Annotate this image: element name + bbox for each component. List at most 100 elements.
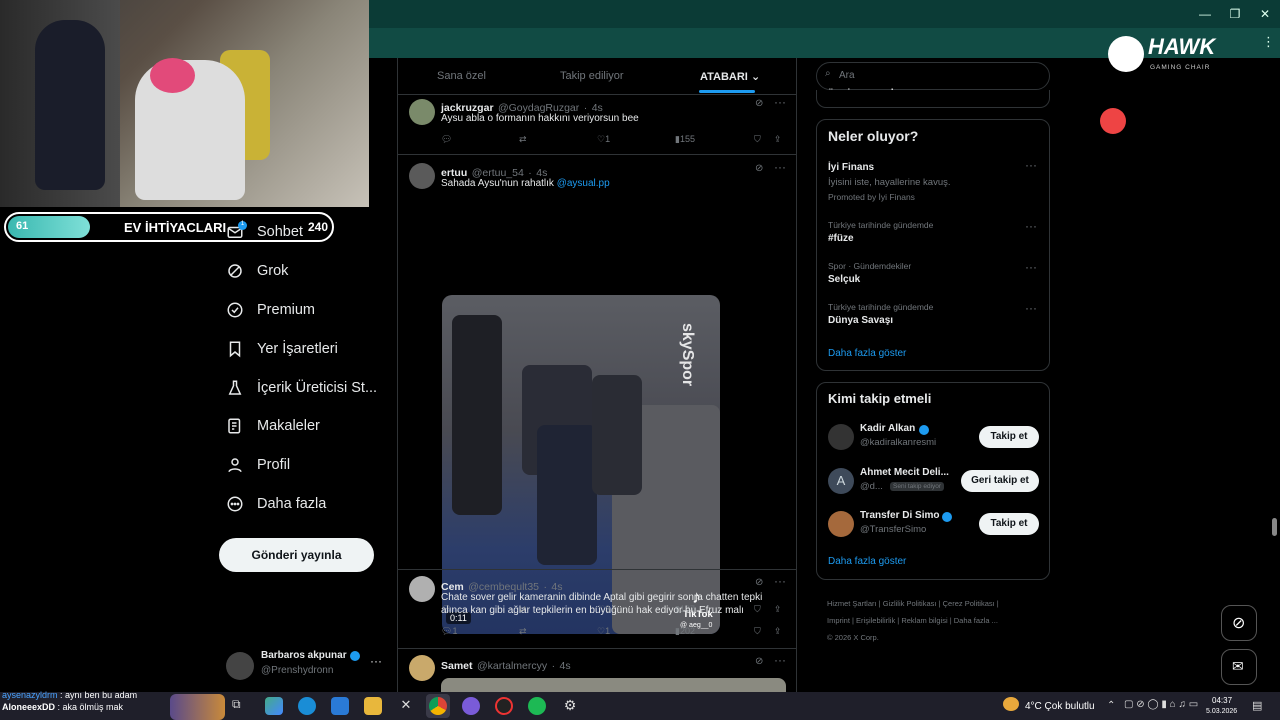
- trend-item[interactable]: İyi Finans İyisini iste, hayallerine kav…: [817, 156, 1049, 206]
- more-icon[interactable]: ···: [774, 653, 786, 667]
- task-view-icon[interactable]: ⧉: [232, 697, 250, 715]
- obs-icon[interactable]: [495, 697, 513, 715]
- close-icon[interactable]: ✕: [1250, 4, 1280, 24]
- tweet[interactable]: Cem @cembeqult35 · 4s ⊘ ··· Chate sover …: [398, 569, 796, 649]
- footer-link[interactable]: Daha fazla ...: [954, 616, 998, 625]
- articles-icon: [228, 418, 241, 434]
- file-explorer-icon[interactable]: [364, 697, 382, 715]
- xbox-icon[interactable]: ✕: [397, 697, 415, 715]
- avatar: [828, 511, 854, 537]
- chrome-icon[interactable]: [429, 697, 447, 715]
- sidebar-item-profile[interactable]: Profil: [226, 452, 290, 478]
- more-icon[interactable]: ···: [1025, 219, 1037, 233]
- spotify-icon[interactable]: [528, 697, 546, 715]
- tweet-author[interactable]: Samet: [441, 660, 473, 672]
- footer-link[interactable]: Reklam bilgisi: [901, 616, 947, 625]
- sidebar-item-articles[interactable]: Makaleler: [226, 413, 320, 439]
- search-input[interactable]: Ara: [816, 62, 1050, 90]
- trends-show-more[interactable]: Daha fazla göster: [828, 348, 906, 359]
- tweet[interactable]: jackruzgar @GoydagRuzgar · 4s ⊘ ··· Aysu…: [398, 94, 796, 154]
- scrollbar-thumb[interactable]: [1272, 518, 1277, 536]
- follow-suggestion[interactable]: Kadir Alkan @kadiralkanresmi Takip et: [817, 421, 1049, 457]
- like-icon[interactable]: ♡ 1: [597, 134, 610, 145]
- footer-link[interactable]: Gizlilik Politikası: [883, 599, 937, 608]
- tray-chevron-icon[interactable]: ⌃: [1107, 700, 1115, 711]
- edge-icon[interactable]: [298, 697, 316, 715]
- more-icon[interactable]: ···: [774, 95, 786, 109]
- reply-icon[interactable]: 💬︎ 1: [441, 626, 457, 637]
- more-icon[interactable]: ···: [1025, 301, 1037, 315]
- follow-back-button[interactable]: Geri takip et: [961, 470, 1039, 492]
- tray-icons[interactable]: ▢ ⊘ ◯ ▮ ⌂ ♫ ▭: [1124, 699, 1198, 710]
- sidebar-item-premium[interactable]: Premium: [226, 297, 315, 323]
- more-icon[interactable]: ···: [774, 160, 786, 174]
- tab-for-you[interactable]: Sana özel: [437, 70, 486, 82]
- retweet-icon[interactable]: ⇄: [519, 134, 527, 145]
- profile-name: Barbaros akpunar: [261, 650, 347, 661]
- notifications-icon[interactable]: ▤: [1252, 699, 1262, 712]
- views-icon[interactable]: ▮ 155: [675, 134, 695, 145]
- retweet-icon[interactable]: ⇄: [519, 626, 527, 637]
- follow-button[interactable]: Takip et: [979, 513, 1039, 535]
- sidebar-item-label: Profil: [257, 457, 291, 473]
- reply-icon[interactable]: 💬︎: [441, 134, 452, 145]
- sidebar-item-bookmarks[interactable]: Yer İşaretleri: [226, 336, 338, 362]
- trends-card: Neler oluyor? İyi Finans İyisini iste, h…: [816, 119, 1050, 371]
- tab-atabari[interactable]: ATABARI ⌄: [700, 70, 760, 83]
- who-show-more[interactable]: Daha fazla göster: [828, 556, 906, 567]
- chat-text: : aynı ben bu adam: [60, 690, 138, 700]
- footer-link[interactable]: Çerez Politikası: [943, 599, 995, 608]
- footer-link[interactable]: Hizmet Şartları: [827, 599, 877, 608]
- tweet-mention[interactable]: @aysual.pp: [557, 178, 610, 189]
- minimize-icon[interactable]: —: [1190, 4, 1220, 24]
- browser-menu-icon[interactable]: ⋮: [1262, 34, 1275, 50]
- restore-icon[interactable]: ❐: [1220, 4, 1250, 24]
- tweet[interactable]: Samet @kartalmercyy · 4s ⊘ ···: [398, 648, 796, 692]
- grok-icon[interactable]: ⊘: [755, 656, 763, 667]
- views-icon[interactable]: ▮ 202: [675, 626, 695, 637]
- more-icon[interactable]: ···: [1025, 158, 1037, 172]
- tweet-handle[interactable]: @kartalmercyy: [477, 660, 547, 672]
- trend-item[interactable]: Türkiye tarihinde gündemde #füze ···: [817, 217, 1049, 253]
- sidebar-item-creator-studio[interactable]: İçerik Üreticisi St...: [226, 375, 377, 401]
- like-icon[interactable]: ♡ 1: [597, 626, 610, 637]
- more-icon[interactable]: ···: [774, 574, 786, 588]
- grok-fab[interactable]: ⊘: [1221, 605, 1257, 641]
- weather-text[interactable]: 4°C Çok bulutlu: [1025, 701, 1095, 712]
- follow-suggestion[interactable]: A Ahmet Mecit Deli... @d... Seni takip e…: [817, 465, 1049, 501]
- bookmark-icon[interactable]: ⛉: [754, 134, 761, 145]
- tab-indicator: [699, 90, 755, 93]
- footer-link[interactable]: Imprint: [827, 616, 850, 625]
- grok-icon[interactable]: ⊘: [755, 577, 763, 588]
- sidebar-item-grok[interactable]: Grok: [226, 258, 288, 284]
- more-icon[interactable]: ···: [1025, 260, 1037, 274]
- avatar: [828, 424, 854, 450]
- mail-app-icon[interactable]: [331, 697, 349, 715]
- taskbar-search-art[interactable]: [170, 694, 225, 720]
- clock-date[interactable]: 5.03.2026: [1206, 708, 1237, 715]
- sidebar-item-more[interactable]: Daha fazla: [226, 491, 326, 517]
- tweet-time[interactable]: 4s: [560, 660, 571, 672]
- avatar: [409, 655, 435, 681]
- account-switcher[interactable]: Barbaros akpunar @Prenshydronn ···: [226, 648, 386, 684]
- bookmark-icon[interactable]: ⛉: [754, 626, 761, 637]
- settings-icon[interactable]: ⚙: [561, 697, 579, 715]
- grok-icon[interactable]: ⊘: [755, 98, 763, 109]
- trend-item[interactable]: Spor · Gündemdekiler Selçuk ···: [817, 258, 1049, 294]
- tweet[interactable]: ertuu @ertuu_54 · 4s ⊘ ··· Sahada Aysu'n…: [398, 154, 796, 634]
- share-icon[interactable]: ⇪: [774, 134, 782, 145]
- tab-following[interactable]: Takip ediliyor: [560, 70, 624, 82]
- messages-fab[interactable]: ✉: [1221, 649, 1257, 685]
- post-button[interactable]: Gönderi yayınla: [219, 538, 374, 572]
- account-menu-icon[interactable]: ···: [370, 654, 382, 668]
- share-icon[interactable]: ⇪: [774, 626, 782, 637]
- follow-button[interactable]: Takip et: [979, 426, 1039, 448]
- follow-suggestion[interactable]: Transfer Di Simo @TransferSimo Takip et: [817, 508, 1049, 544]
- footer-link[interactable]: Erişilebilirlik: [856, 616, 895, 625]
- tweet-media[interactable]: [441, 678, 786, 692]
- trend-item[interactable]: Türkiye tarihinde gündemde Dünya Savaşı …: [817, 299, 1049, 335]
- discord-icon[interactable]: [462, 697, 480, 715]
- clock-time[interactable]: 04:37: [1212, 696, 1232, 705]
- grok-icon[interactable]: ⊘: [755, 163, 763, 174]
- copilot-icon[interactable]: [265, 697, 283, 715]
